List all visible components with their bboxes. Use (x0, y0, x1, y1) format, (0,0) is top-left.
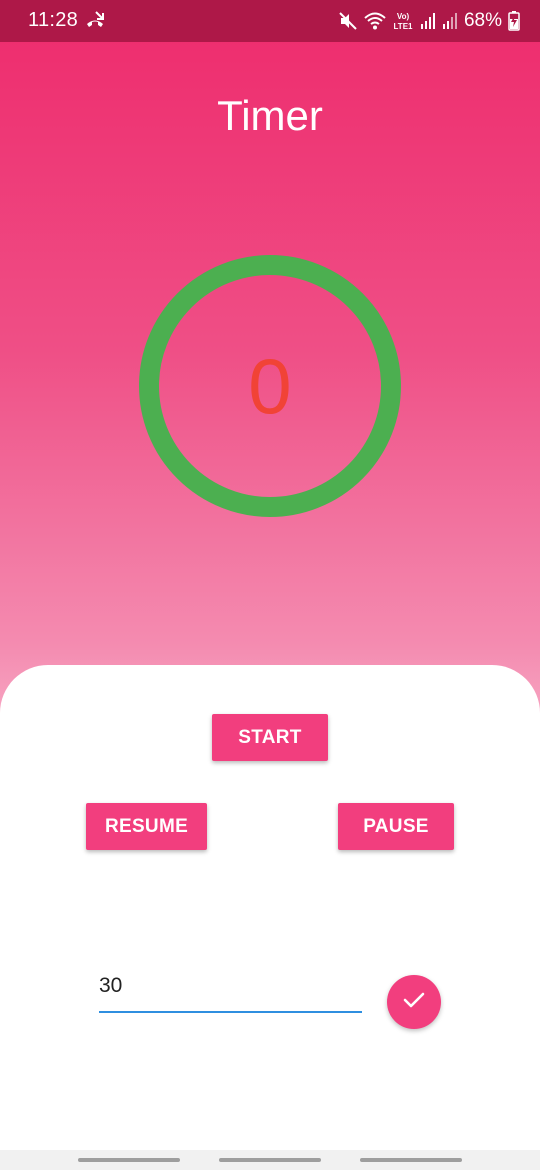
start-button[interactable]: START (212, 714, 328, 761)
signal-icon (420, 12, 436, 30)
status-icons: Vo) LTE1 68% (338, 9, 520, 33)
missed-call-icon (84, 9, 106, 31)
volte-icon: Vo) LTE1 (392, 10, 414, 32)
time-input-container (99, 962, 362, 1014)
page-title: Timer (217, 92, 323, 139)
pause-button[interactable]: PAUSE (338, 803, 454, 850)
resume-button[interactable]: RESUME (86, 803, 207, 850)
input-underline (99, 1011, 362, 1013)
nav-home-handle[interactable] (219, 1158, 321, 1162)
time-input[interactable] (99, 962, 362, 1010)
signal-icon-2 (442, 12, 458, 30)
system-nav-bar (0, 1150, 540, 1170)
confirm-button[interactable] (387, 975, 441, 1029)
status-time: 11:28 (28, 9, 79, 31)
status-bar: 11:28 Vo) LTE1 68% (0, 0, 540, 42)
timer-screen: 11:28 Vo) LTE1 68% Timer 0 START RESUME … (0, 0, 540, 1170)
wifi-icon (364, 11, 386, 31)
timer-value: 0 (248, 341, 292, 430)
svg-text:Vo): Vo) (397, 12, 410, 21)
battery-charging-icon (508, 11, 520, 31)
check-icon (401, 987, 427, 1018)
svg-text:LTE1: LTE1 (393, 22, 413, 31)
nav-recents-handle[interactable] (78, 1158, 180, 1162)
nav-back-handle[interactable] (360, 1158, 462, 1162)
mute-icon (338, 11, 358, 31)
battery-percent: 68% (463, 10, 502, 31)
